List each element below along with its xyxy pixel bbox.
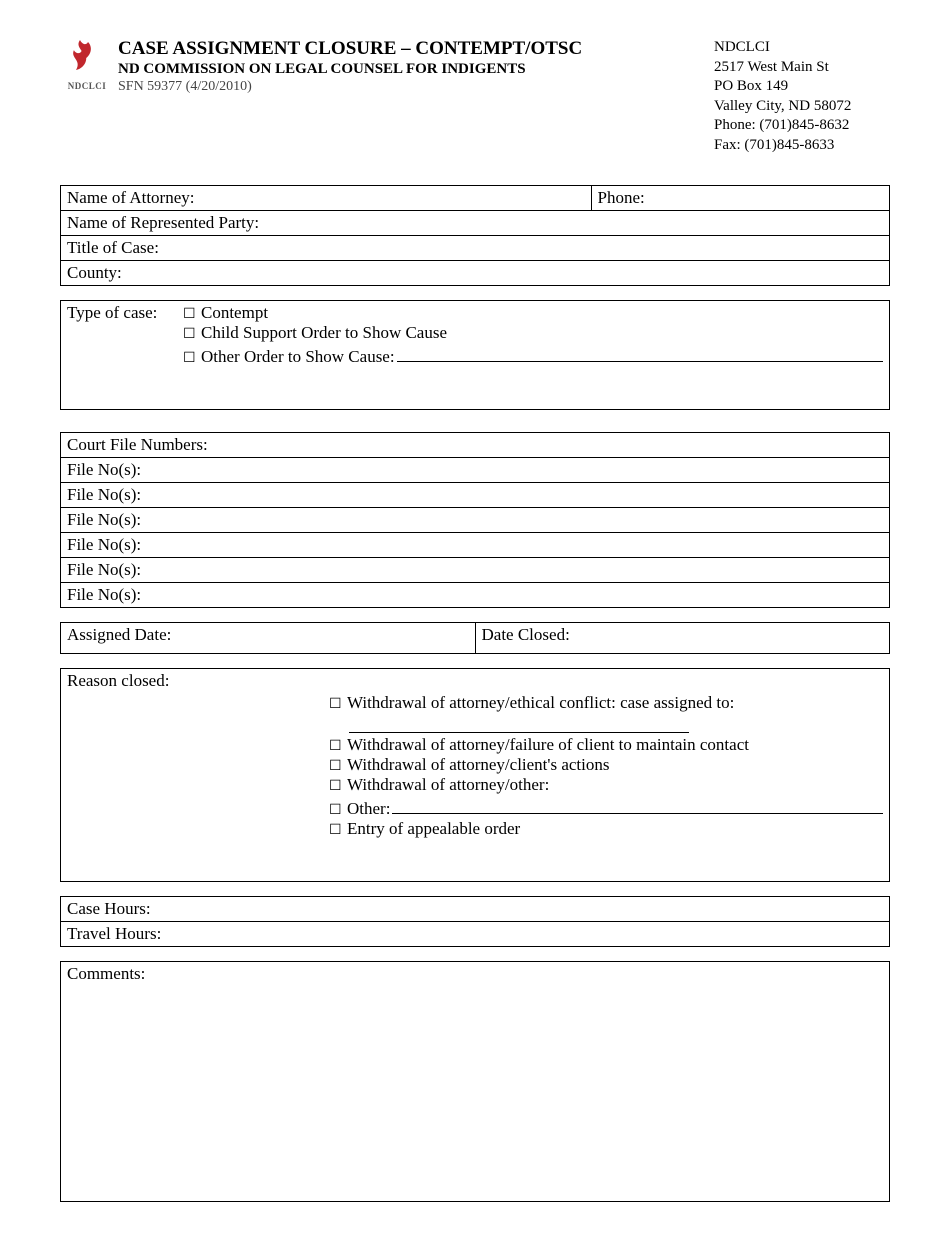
assigned-date-cell[interactable]: Assigned Date: <box>61 622 476 653</box>
addr-line: PO Box 149 <box>714 77 890 97</box>
reason-option-ethical[interactable]: ☐Withdrawal of attorney/ethical conflict… <box>329 693 883 713</box>
field-label: Travel Hours: <box>67 924 161 943</box>
file-no-cell[interactable]: File No(s): <box>61 457 890 482</box>
checkbox-icon: ☐ <box>329 802 345 819</box>
option-label: Withdrawal of attorney/ethical conflict:… <box>347 693 734 713</box>
option-label: Contempt <box>201 303 268 323</box>
field-label: Date Closed: <box>482 625 570 644</box>
field-label: County: <box>67 263 122 282</box>
attorney-table: Name of Attorney: Phone: Name of Represe… <box>60 185 890 286</box>
checkbox-icon: ☐ <box>183 326 199 343</box>
field-label: File No(s): <box>67 510 141 529</box>
reason-option-appealable[interactable]: ☐Entry of appealable order <box>329 819 883 839</box>
org-name: NDCLCI <box>714 38 890 58</box>
field-label: Phone: <box>598 188 645 207</box>
field-label: Title of Case: <box>67 238 159 257</box>
field-label: File No(s): <box>67 560 141 579</box>
type-option-other[interactable]: ☐Other Order to Show Cause: <box>183 343 883 367</box>
field-label: Name of Attorney: <box>67 188 194 207</box>
field-label: File No(s): <box>67 460 141 479</box>
type-table: Type of case: ☐Contempt ☐Child Support O… <box>60 300 890 410</box>
form-subtitle: ND COMMISSION ON LEGAL COUNSEL FOR INDIG… <box>118 61 710 78</box>
type-label: Type of case: <box>67 303 183 367</box>
attorney-name-cell[interactable]: Name of Attorney: <box>61 186 592 211</box>
logo: NDCLCI <box>60 38 114 91</box>
option-label: Entry of appealable order <box>347 819 520 839</box>
reason-option-actions[interactable]: ☐Withdrawal of attorney/client's actions <box>329 755 883 775</box>
checkbox-icon: ☐ <box>183 306 199 323</box>
file-no-cell[interactable]: File No(s): <box>61 557 890 582</box>
checkbox-icon: ☐ <box>329 696 345 713</box>
form-title: CASE ASSIGNMENT CLOSURE – CONTEMPT/OTSC <box>118 38 710 60</box>
checkbox-icon: ☐ <box>329 738 345 755</box>
form-sfn: SFN 59377 (4/20/2010) <box>118 79 710 95</box>
flame-icon <box>60 38 100 78</box>
reason-label: Reason closed: <box>67 671 329 839</box>
checkbox-icon: ☐ <box>329 822 345 839</box>
reason-cell: Reason closed: ☐Withdrawal of attorney/e… <box>61 668 890 881</box>
type-option-child-support[interactable]: ☐Child Support Order to Show Cause <box>183 323 883 343</box>
file-no-cell[interactable]: File No(s): <box>61 507 890 532</box>
option-label: Withdrawal of attorney/client's actions <box>347 755 610 775</box>
field-label: Name of Represented Party: <box>67 213 259 232</box>
checkbox-icon: ☐ <box>183 350 199 367</box>
title-block: CASE ASSIGNMENT CLOSURE – CONTEMPT/OTSC … <box>118 38 710 95</box>
field-label: File No(s): <box>67 485 141 504</box>
reason-option-withdrawal-other[interactable]: ☐Withdrawal of attorney/other: <box>329 775 883 795</box>
option-label: Other: <box>347 799 390 819</box>
comments-cell[interactable]: Comments: <box>61 962 890 1202</box>
field-label: File No(s): <box>67 535 141 554</box>
field-label: File No(s): <box>67 585 141 604</box>
logo-label: NDCLCI <box>60 81 114 91</box>
file-no-cell[interactable]: File No(s): <box>61 482 890 507</box>
case-title-cell[interactable]: Title of Case: <box>61 236 890 261</box>
field-label: Assigned Date: <box>67 625 171 644</box>
option-label: Other Order to Show Cause: <box>201 347 395 367</box>
closed-date-cell[interactable]: Date Closed: <box>475 622 890 653</box>
attorney-phone-cell[interactable]: Phone: <box>591 186 889 211</box>
comments-table: Comments: <box>60 961 890 1202</box>
county-cell[interactable]: County: <box>61 261 890 286</box>
checkbox-icon: ☐ <box>329 778 345 795</box>
checkbox-icon: ☐ <box>329 758 345 775</box>
field-label: Case Hours: <box>67 899 151 918</box>
fill-line[interactable] <box>349 715 689 734</box>
option-label: Withdrawal of attorney/other: <box>347 775 549 795</box>
files-table: Court File Numbers: File No(s): File No(… <box>60 432 890 608</box>
field-label: Court File Numbers: <box>67 435 208 454</box>
addr-line: Valley City, ND 58072 <box>714 97 890 117</box>
dates-table: Assigned Date: Date Closed: <box>60 622 890 654</box>
fill-line[interactable] <box>397 343 883 362</box>
page-header: NDCLCI CASE ASSIGNMENT CLOSURE – CONTEMP… <box>60 38 890 155</box>
party-cell[interactable]: Name of Represented Party: <box>61 211 890 236</box>
type-option-contempt[interactable]: ☐Contempt <box>183 303 883 323</box>
hours-table: Case Hours: Travel Hours: <box>60 896 890 947</box>
reason-option-other[interactable]: ☐Other: <box>329 795 883 819</box>
addr-line: 2517 West Main St <box>714 58 890 78</box>
address-block: NDCLCI 2517 West Main St PO Box 149 Vall… <box>710 38 890 155</box>
reason-table: Reason closed: ☐Withdrawal of attorney/e… <box>60 668 890 882</box>
option-label: Child Support Order to Show Cause <box>201 323 447 343</box>
file-no-cell[interactable]: File No(s): <box>61 532 890 557</box>
fill-line[interactable] <box>392 795 883 814</box>
file-no-cell[interactable]: File No(s): <box>61 582 890 607</box>
type-cell: Type of case: ☐Contempt ☐Child Support O… <box>61 301 890 410</box>
field-label: Comments: <box>67 964 145 983</box>
option-label: Withdrawal of attorney/failure of client… <box>347 735 749 755</box>
reason-option-contact[interactable]: ☐Withdrawal of attorney/failure of clien… <box>329 735 883 755</box>
files-header-cell: Court File Numbers: <box>61 432 890 457</box>
case-hours-cell[interactable]: Case Hours: <box>61 897 890 922</box>
phone-line: Phone: (701)845-8632 <box>714 116 890 136</box>
travel-hours-cell[interactable]: Travel Hours: <box>61 922 890 947</box>
fax-line: Fax: (701)845-8633 <box>714 136 890 156</box>
